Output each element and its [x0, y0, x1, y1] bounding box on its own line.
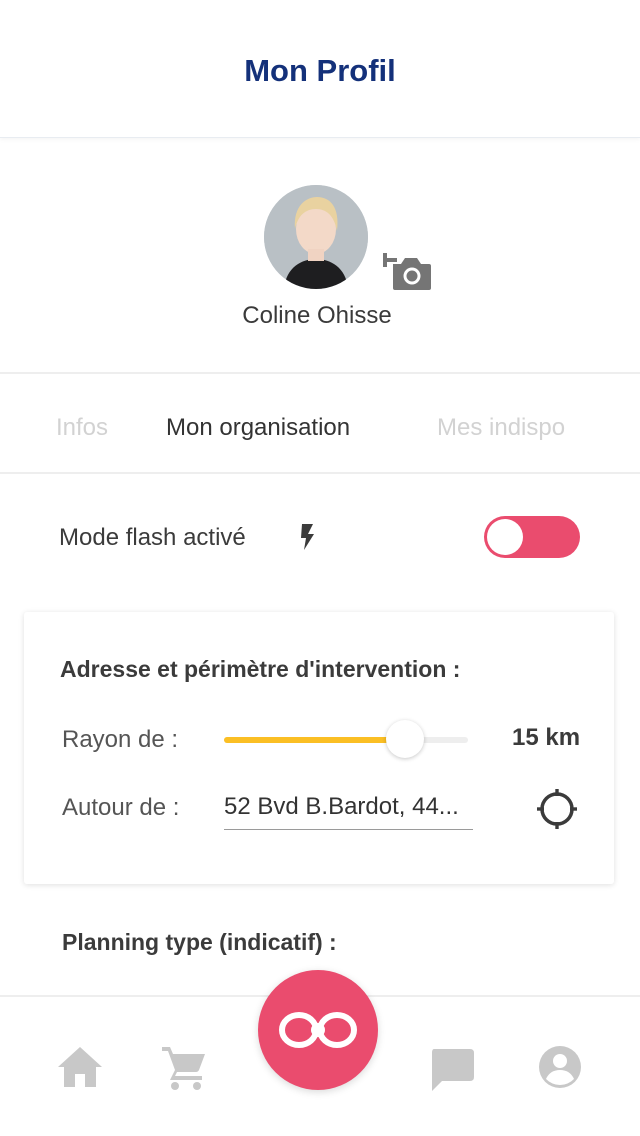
- top-header: Mon Profil: [0, 0, 640, 138]
- chat-icon[interactable]: [428, 1045, 476, 1093]
- center-infinity-button[interactable]: [258, 970, 378, 1090]
- flash-mode-row: Mode flash activé: [0, 476, 640, 596]
- tab-mon-organisation[interactable]: Mon organisation: [166, 414, 350, 442]
- tab-mes-indispo[interactable]: Mes indispo: [437, 414, 565, 442]
- flash-mode-toggle[interactable]: [484, 516, 580, 558]
- avatar[interactable]: [264, 185, 368, 289]
- add-photo-camera-icon[interactable]: [383, 244, 433, 292]
- address-input[interactable]: [224, 790, 473, 830]
- intervention-card: Adresse et périmètre d'intervention : Ra…: [24, 612, 614, 884]
- flash-bolt-icon: [298, 522, 316, 552]
- toggle-knob: [487, 519, 523, 555]
- planning-title: Planning type (indicatif) :: [62, 929, 337, 955]
- tab-infos[interactable]: Infos: [56, 414, 108, 442]
- page-title: Mon Profil: [244, 52, 396, 88]
- radius-label: Rayon de :: [62, 726, 179, 753]
- flash-mode-label: Mode flash activé: [59, 524, 246, 551]
- radius-slider-track[interactable]: [224, 737, 468, 743]
- center-infinity-icon: [279, 1012, 357, 1048]
- around-label: Autour de :: [62, 794, 180, 821]
- radius-slider-fill: [224, 737, 395, 743]
- home-icon[interactable]: [56, 1043, 104, 1091]
- radius-slider-thumb[interactable]: [386, 720, 424, 758]
- profile-name: Coline Ohisse: [242, 302, 392, 329]
- intervention-title: Adresse et périmètre d'intervention :: [60, 656, 461, 682]
- cart-icon[interactable]: [160, 1043, 208, 1091]
- profile-tabs: Infos Mon organisation Mes indispo: [0, 376, 640, 474]
- account-icon[interactable]: [536, 1043, 584, 1091]
- radius-value: 15 km: [512, 724, 581, 751]
- profile-section: Coline Ohisse: [0, 140, 640, 374]
- gps-target-icon[interactable]: [535, 787, 579, 831]
